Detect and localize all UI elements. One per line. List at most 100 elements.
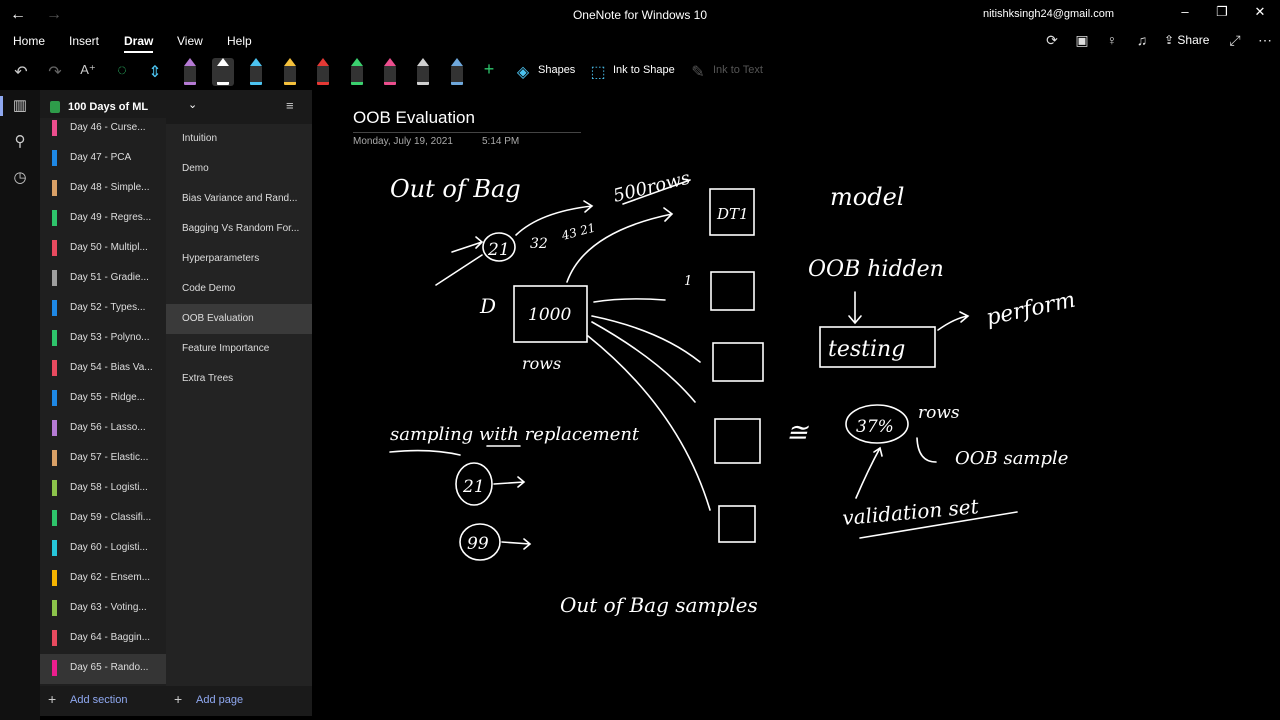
section-item[interactable]: Day 58 - Logisti... — [40, 474, 166, 504]
section-item[interactable]: Day 64 - Baggin... — [40, 624, 166, 654]
section-label: Day 56 - Lasso... — [70, 422, 146, 433]
undo-icon[interactable]: ↶ — [10, 62, 32, 82]
add-bar: + Add section + Add page — [40, 686, 312, 716]
more-options-icon[interactable]: ⋯ — [1255, 32, 1275, 49]
page-item[interactable]: Intuition — [166, 124, 312, 154]
section-color-swatch — [52, 120, 57, 136]
tab-home[interactable]: Home — [13, 34, 45, 48]
section-item[interactable]: Day 56 - Lasso... — [40, 414, 166, 444]
page-title[interactable]: OOB Evaluation — [353, 108, 475, 128]
sync-icon[interactable]: ⟳ — [1042, 32, 1062, 49]
add-pen-icon[interactable]: + — [478, 59, 500, 80]
pen-1-icon[interactable] — [179, 58, 201, 86]
section-color-swatch — [52, 540, 57, 556]
page-time: 5:14 PM — [482, 136, 520, 147]
minimize-icon[interactable]: – — [1175, 4, 1195, 19]
page-item[interactable]: Demo — [166, 154, 312, 184]
page-item[interactable]: Bias Variance and Rand... — [166, 184, 312, 214]
add-space-icon[interactable]: ⇕ — [144, 62, 166, 82]
pen-7-icon[interactable] — [379, 58, 401, 86]
page-label: Intuition — [182, 133, 218, 144]
add-page-button[interactable]: Add page — [196, 694, 243, 706]
draw-toolbar: ↶ ↷ A⁺ ◌ ⇕ + ◈ Shapes ⬚ Ink to Shape ✎ I… — [0, 54, 1280, 90]
shapes-button[interactable]: Shapes — [538, 64, 575, 76]
page-label: Feature Importance — [182, 343, 270, 354]
note-canvas[interactable] — [313, 90, 1280, 720]
pen-6-icon[interactable] — [346, 58, 368, 86]
section-color-swatch — [52, 150, 57, 166]
section-color-swatch — [52, 210, 57, 226]
pen-8-icon[interactable] — [412, 58, 434, 86]
section-label: Day 47 - PCA — [70, 152, 132, 163]
lightbulb-icon[interactable]: ♀ — [1102, 32, 1122, 48]
section-item[interactable]: Day 59 - Classifi... — [40, 504, 166, 534]
section-item[interactable]: Day 48 - Simple... — [40, 174, 166, 204]
page-item[interactable]: Extra Trees — [166, 364, 312, 394]
account-email[interactable]: nitishksingh24@gmail.com — [983, 8, 1114, 20]
section-item[interactable]: Day 46 - Curse... — [40, 118, 166, 144]
tab-help[interactable]: Help — [227, 34, 252, 48]
section-item[interactable]: Day 60 - Logisti... — [40, 534, 166, 564]
pen-3-icon[interactable] — [245, 58, 267, 86]
section-item[interactable]: Day 63 - Voting... — [40, 594, 166, 624]
section-color-swatch — [52, 300, 57, 316]
section-item[interactable]: Day 52 - Types... — [40, 294, 166, 324]
section-color-swatch — [52, 390, 57, 406]
section-item[interactable]: Day 49 - Regres... — [40, 204, 166, 234]
page-item[interactable]: Code Demo — [166, 274, 312, 304]
section-label: Day 57 - Elastic... — [70, 452, 149, 463]
close-icon[interactable]: ✕ — [1250, 4, 1270, 20]
tab-view[interactable]: View — [177, 34, 203, 48]
notebooks-icon[interactable]: ▥ — [0, 96, 30, 116]
expand-icon[interactable]: ⤢ — [1225, 32, 1245, 49]
type-select-icon[interactable]: A⁺ — [77, 62, 99, 78]
ink-to-shape-icon[interactable]: ⬚ — [587, 62, 609, 82]
search-icon[interactable]: ⚲ — [10, 132, 30, 150]
share-button[interactable]: ⇪ Share — [1164, 33, 1209, 47]
section-item[interactable]: Day 55 - Ridge... — [40, 384, 166, 414]
add-section-button[interactable]: Add section — [70, 694, 127, 706]
chevron-down-icon[interactable]: ⌄ — [188, 98, 197, 111]
section-color-swatch — [52, 270, 57, 286]
lasso-select-icon[interactable]: ◌ — [111, 62, 133, 80]
title-bar: ← → OneNote for Windows 10 nitishksingh2… — [0, 0, 1280, 30]
section-item[interactable]: Day 65 - Rando... — [40, 654, 166, 684]
page-item[interactable]: OOB Evaluation — [166, 304, 312, 334]
page-label: OOB Evaluation — [182, 313, 254, 324]
page-label: Extra Trees — [182, 373, 234, 384]
page-item[interactable]: Feature Importance — [166, 334, 312, 364]
section-item[interactable]: Day 57 - Elastic... — [40, 444, 166, 474]
section-item[interactable]: Day 47 - PCA — [40, 144, 166, 174]
section-label: Day 63 - Voting... — [70, 602, 147, 613]
section-item[interactable]: Day 51 - Gradie... — [40, 264, 166, 294]
page-item[interactable]: Bagging Vs Random For... — [166, 214, 312, 244]
shapes-icon[interactable]: ◈ — [512, 62, 534, 82]
tab-insert[interactable]: Insert — [69, 34, 99, 48]
section-item[interactable]: Day 62 - Ensem... — [40, 564, 166, 594]
section-label: Day 48 - Simple... — [70, 182, 150, 193]
section-label: Day 50 - Multipl... — [70, 242, 148, 253]
page-view-icon[interactable]: ▣ — [1072, 32, 1092, 49]
page-date: Monday, July 19, 2021 — [353, 136, 453, 147]
section-item[interactable]: Day 54 - Bias Va... — [40, 354, 166, 384]
redo-icon[interactable]: ↷ — [44, 62, 66, 82]
page-item[interactable]: Hyperparameters — [166, 244, 312, 274]
restore-icon[interactable]: ❐ — [1212, 4, 1232, 20]
pen-9-icon[interactable] — [446, 58, 468, 86]
notebook-name[interactable]: 100 Days of ML — [68, 101, 148, 113]
notification-bell-icon[interactable]: ♫ — [1132, 32, 1152, 48]
share-icon: ⇪ — [1164, 33, 1175, 47]
ink-to-shape-button[interactable]: Ink to Shape — [613, 64, 675, 76]
section-label: Day 60 - Logisti... — [70, 542, 148, 553]
recent-clock-icon[interactable]: ◷ — [10, 168, 30, 186]
page-label: Demo — [182, 163, 209, 174]
pen-4-icon[interactable] — [279, 58, 301, 86]
sort-icon[interactable]: ≡ — [286, 98, 294, 113]
section-item[interactable]: Day 53 - Polyno... — [40, 324, 166, 354]
add-section-plus-icon[interactable]: + — [48, 691, 56, 707]
add-page-plus-icon[interactable]: + — [174, 691, 182, 707]
pen-2-icon[interactable] — [212, 58, 234, 86]
tab-draw[interactable]: Draw — [124, 34, 154, 53]
pen-5-icon[interactable] — [312, 58, 334, 86]
section-item[interactable]: Day 50 - Multipl... — [40, 234, 166, 264]
